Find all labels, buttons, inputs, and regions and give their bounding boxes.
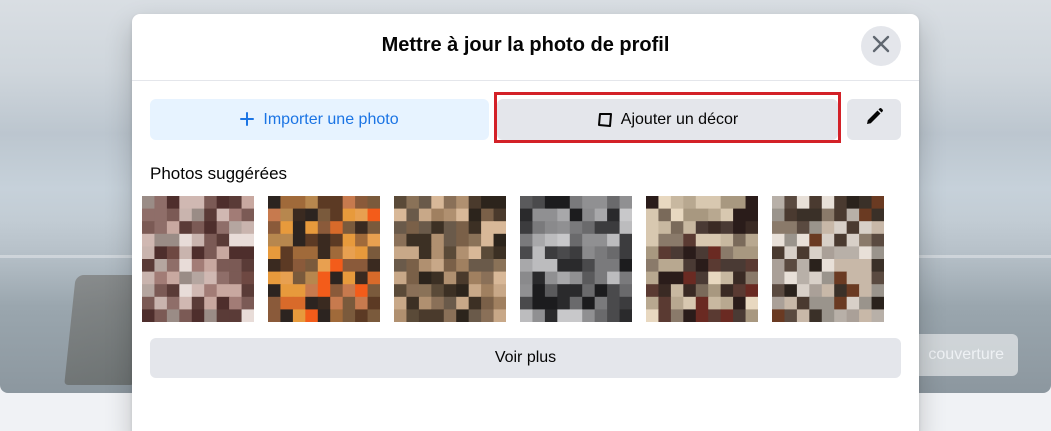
close-icon	[871, 34, 891, 59]
see-more-button[interactable]: Voir plus	[150, 338, 901, 378]
dialog-header: Mettre à jour la photo de profil	[132, 14, 919, 81]
suggested-photo[interactable]	[520, 196, 632, 322]
suggested-photo[interactable]	[142, 196, 254, 322]
suggested-photos-grid	[142, 196, 910, 322]
add-frame-button[interactable]: Ajouter un décor	[497, 99, 838, 140]
frame-icon	[597, 112, 613, 128]
dialog-title: Mettre à jour la photo de profil	[381, 34, 670, 56]
add-frame-label: Ajouter un décor	[620, 110, 739, 128]
suggested-photos-heading: Photos suggérées	[150, 164, 288, 183]
import-photo-button[interactable]: Importer une photo	[150, 99, 489, 140]
see-more-label: Voir plus	[494, 349, 557, 366]
action-buttons-row: Importer une photo Ajouter un décor	[150, 92, 901, 143]
suggested-photo[interactable]	[646, 196, 758, 322]
edit-button[interactable]	[847, 99, 901, 140]
edit-cover-button[interactable]: couverture	[905, 334, 1018, 376]
close-button[interactable]	[861, 26, 901, 66]
pencil-icon	[864, 107, 884, 132]
suggested-photo[interactable]	[772, 196, 884, 322]
plus-icon	[240, 110, 255, 130]
suggested-photo[interactable]	[268, 196, 380, 322]
update-profile-photo-dialog: Mettre à jour la photo de profil Importe…	[132, 14, 919, 431]
import-photo-label: Importer une photo	[263, 110, 399, 128]
suggested-photo[interactable]	[394, 196, 506, 322]
